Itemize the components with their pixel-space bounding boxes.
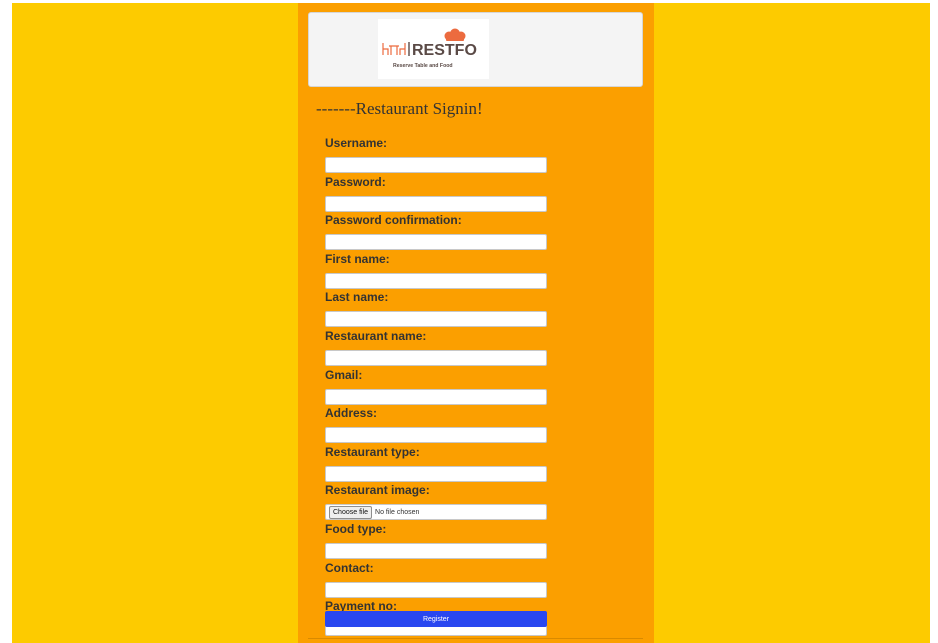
password-confirmation-label: Password confirmation: <box>325 213 462 228</box>
restfo-logo-graphic: RESTFO Reserve Table and Food <box>382 28 477 69</box>
contact-input[interactable] <box>325 581 547 598</box>
site-header: RESTFO Reserve Table and Food <box>308 12 643 87</box>
first-name-label: First name: <box>325 251 390 266</box>
field-password-confirmation: Password confirmation: <box>325 212 547 251</box>
first-name-input[interactable] <box>325 272 547 289</box>
field-last-name: Last name: <box>325 289 547 328</box>
file-status-text: No file chosen <box>375 508 420 516</box>
address-input[interactable] <box>325 427 547 444</box>
field-password: Password: <box>325 174 547 212</box>
gmail-input[interactable] <box>325 388 547 405</box>
restfo-logo[interactable]: RESTFO Reserve Table and Food <box>378 19 489 79</box>
choose-file-button[interactable]: Choose file <box>329 505 373 519</box>
username-input[interactable] <box>325 157 547 173</box>
field-restaurant-image: Restaurant image: Choose file No file ch… <box>325 482 547 521</box>
gmail-label: Gmail: <box>325 367 363 382</box>
username-label: Username: <box>325 136 388 150</box>
address-label: Address: <box>325 406 378 421</box>
field-gmail: Gmail: <box>325 367 547 405</box>
brand-name: RESTFO <box>412 42 477 59</box>
table-chairs-icon <box>382 43 406 55</box>
register-button[interactable]: Register <box>325 611 547 627</box>
restaurant-type-input[interactable] <box>325 465 547 482</box>
contact-label: Contact: <box>325 560 374 575</box>
password-input[interactable] <box>325 195 547 212</box>
food-type-label: Food type: <box>325 521 387 536</box>
password-confirmation-input[interactable] <box>325 234 547 251</box>
restaurant-type-label: Restaurant type: <box>325 444 420 459</box>
chef-hat-icon <box>444 28 466 41</box>
signin-form: Username: Password: Password confirmatio… <box>325 133 547 637</box>
food-type-input[interactable] <box>325 542 547 559</box>
brand-tagline: Reserve Table and Food <box>393 63 453 69</box>
restaurant-name-label: Restaurant name: <box>325 328 427 343</box>
field-restaurant-type: Restaurant type: <box>325 444 547 482</box>
field-contact: Contact: <box>325 560 547 598</box>
field-food-type: Food type: <box>325 521 547 559</box>
field-first-name: First name: <box>325 251 547 289</box>
last-name-label: Last name: <box>325 290 389 305</box>
restaurant-image-file-input[interactable]: Choose file No file chosen <box>325 504 547 521</box>
footer-divider <box>308 638 643 639</box>
field-address: Address: <box>325 405 547 444</box>
form-title: -------Restaurant Signin! <box>316 99 483 118</box>
password-label: Password: <box>325 174 386 189</box>
restaurant-image-label: Restaurant image: <box>325 483 430 498</box>
last-name-input[interactable] <box>325 311 547 328</box>
signin-card: RESTFO Reserve Table and Food -------Res… <box>298 3 654 643</box>
field-restaurant-name: Restaurant name: <box>325 328 547 366</box>
restaurant-name-input[interactable] <box>325 349 547 366</box>
field-username: Username: <box>325 135 547 173</box>
